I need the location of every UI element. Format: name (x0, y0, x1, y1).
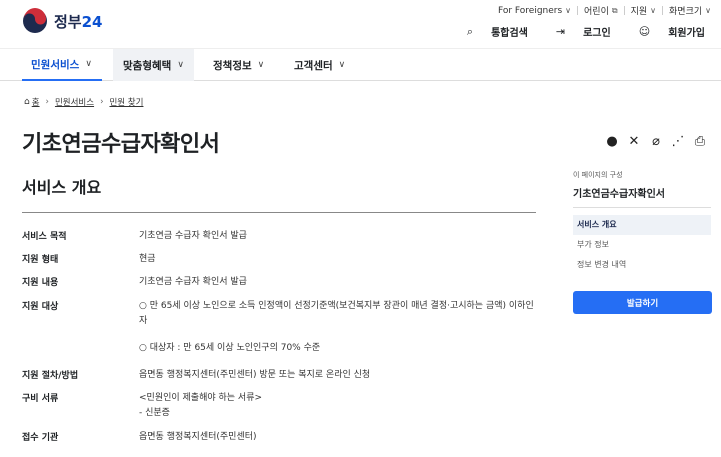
top-header: 정부24 For Foreigners ∨ 어린이 ⧉ 지원 ∨ 화면크기 ∨ ⌕ 통합검… (0, 0, 721, 48)
login-icon: ⇥ (555, 25, 566, 38)
nav-policy-info[interactable]: 정책정보 ∨ (213, 49, 264, 81)
row-value: 읍면동 행정복지센터(주민센터) (139, 430, 539, 445)
link-icon[interactable]: ⌀ (645, 134, 667, 149)
row-value-line: 읍면동 행정복지센터(주민센터) 방문 또는 복지로 온라인 신청 (139, 370, 371, 380)
login-link-label: 로그인 (583, 28, 611, 39)
utility-links: For Foreigners ∨ 어린이 ⧉ 지원 ∨ 화면크기 ∨ (498, 4, 711, 18)
home-icon: ⌂ (24, 97, 30, 107)
facebook-icon[interactable]: ● (601, 134, 623, 149)
taegeuk-logo-icon (23, 8, 47, 33)
divider (22, 212, 536, 213)
x-icon[interactable]: ✕ (623, 134, 645, 149)
row-value: ○ 만 65세 이상 노인으로 소득 인정액이 선정기준액(보건복지부 장관이 … (139, 299, 539, 356)
page-title: 기초연금수급자확인서 (22, 132, 220, 157)
chevron-right-icon: › (100, 97, 104, 107)
util-font-size-label: 화면크기 (669, 7, 703, 17)
page-toc: 이 페이지의 구성 기초연금수급자확인서 서비스 개요 부가 정보 정보 변경 … (573, 170, 711, 275)
toc-item-extra-info[interactable]: 부가 정보 (573, 235, 711, 255)
login-link[interactable]: ⇥ 로그인 (542, 24, 611, 39)
nav-custom-benefits[interactable]: 맞춤형혜택 ∨ (113, 49, 194, 81)
toc-item-change-history[interactable]: 정보 변경 내역 (573, 255, 711, 275)
chevron-down-icon: ∨ (650, 6, 657, 15)
row-key: 접수 기관 (22, 433, 59, 443)
chevron-down-icon: ∨ (338, 60, 346, 70)
row-value-line: 기초연금 수급자 확인서 발급 (139, 231, 247, 241)
divider (577, 6, 579, 15)
row-key: 구비 서류 (22, 394, 59, 404)
util-kids-label: 어린이 (584, 7, 609, 17)
user-add-icon: ☺ (638, 25, 651, 38)
row-value-spacer (139, 329, 539, 341)
util-foreigners-label: For Foreigners (498, 5, 563, 16)
nav-civil-service[interactable]: 민원서비스 ∨ (22, 49, 102, 81)
search-link-label: 통합검색 (491, 28, 528, 39)
toc-item-overview[interactable]: 서비스 개요 (573, 215, 711, 235)
toc-title: 기초연금수급자확인서 (573, 189, 665, 200)
row-key: 지원 절차/방법 (22, 371, 79, 381)
divider (623, 6, 625, 15)
row-value-line: 기초연금 수급자 확인서 발급 (139, 277, 247, 287)
chevron-right-icon: › (45, 97, 49, 107)
row-value: <민원인이 제출해야 하는 서류> - 신분증 (139, 391, 539, 421)
row-key: 지원 내용 (22, 278, 59, 288)
nav-label: 고객센터 (294, 59, 333, 72)
divider (573, 207, 711, 208)
nav-label: 맞춤형혜택 (123, 59, 172, 72)
account-links: ⌕ 통합검색 ⇥ 로그인 ☺ 회원가입 (439, 24, 705, 40)
search-icon: ⌕ (466, 24, 474, 38)
util-foreigners[interactable]: For Foreigners ∨ (498, 6, 571, 16)
chevron-down-icon: ∨ (85, 59, 92, 69)
util-font-size[interactable]: 화면크기 ∨ (669, 4, 711, 17)
row-value: 현금 (139, 252, 539, 267)
share-icon[interactable]: ⋰ (667, 134, 689, 149)
nav-customer-center[interactable]: 고객센터 ∨ (294, 49, 345, 81)
breadcrumb-home[interactable]: 홈 (32, 96, 40, 108)
row-key: 서비스 목적 (22, 232, 67, 242)
toc-label: 이 페이지의 구성 (573, 171, 623, 179)
breadcrumb-civil-service[interactable]: 민원서비스 (55, 96, 94, 108)
nav-label: 정책정보 (213, 59, 252, 72)
signup-link[interactable]: ☺ 회원가입 (625, 24, 705, 39)
row-value-line: 현금 (139, 254, 156, 264)
external-link-icon: ⧉ (611, 5, 618, 15)
breadcrumb: ⌂ 홈 › 민원서비스 › 민원 찾기 (24, 96, 143, 108)
search-link[interactable]: ⌕ 통합검색 (453, 24, 528, 40)
logo-text-number: 24 (81, 12, 103, 31)
logo[interactable]: 정부24 (22, 8, 102, 34)
row-value: 읍면동 행정복지센터(주민센터) 방문 또는 복지로 온라인 신청 (139, 368, 539, 383)
row-value-line: ○ 대상자 : 만 65세 이상 노인인구의 70% 수준 (139, 343, 321, 353)
chevron-down-icon: ∨ (257, 60, 265, 70)
apply-button[interactable]: 발급하기 (573, 291, 712, 314)
chevron-down-icon: ∨ (705, 6, 711, 15)
logo-text: 정부24 (54, 12, 103, 31)
nav-label: 민원서비스 (31, 58, 80, 71)
row-value-line: <민원인이 제출해야 하는 서류> (139, 393, 263, 403)
breadcrumb-find[interactable]: 민원 찾기 (109, 96, 143, 108)
signup-link-label: 회원가입 (668, 28, 705, 39)
row-key: 지원 대상 (22, 302, 59, 312)
row-key: 지원 형태 (22, 255, 59, 265)
share-tools: ● ✕ ⌀ ⋰ ⎙ (601, 134, 711, 149)
chevron-down-icon: ∨ (177, 60, 184, 70)
row-value-line: ○ 만 65세 이상 노인으로 소득 인정액이 선정기준액(보건복지부 장관이 … (139, 301, 534, 326)
util-support-label: 지원 (630, 7, 648, 17)
toc-nav: 서비스 개요 부가 정보 정보 변경 내역 (573, 215, 711, 275)
print-icon[interactable]: ⎙ (689, 134, 711, 149)
util-kids[interactable]: 어린이 ⧉ (584, 4, 618, 18)
row-value: 기초연금 수급자 확인서 발급 (139, 229, 539, 244)
row-value: 기초연금 수급자 확인서 발급 (139, 275, 539, 290)
main-nav: 민원서비스 ∨ 맞춤형혜택 ∨ 정책정보 ∨ 고객센터 ∨ (0, 48, 721, 81)
row-value-line: 읍면동 행정복지센터(주민센터) (139, 432, 257, 442)
row-value-line: - 신분증 (139, 408, 170, 418)
section-title: 서비스 개요 (22, 178, 102, 197)
chevron-down-icon: ∨ (565, 6, 572, 15)
divider (662, 6, 664, 15)
util-support[interactable]: 지원 ∨ (631, 4, 656, 17)
